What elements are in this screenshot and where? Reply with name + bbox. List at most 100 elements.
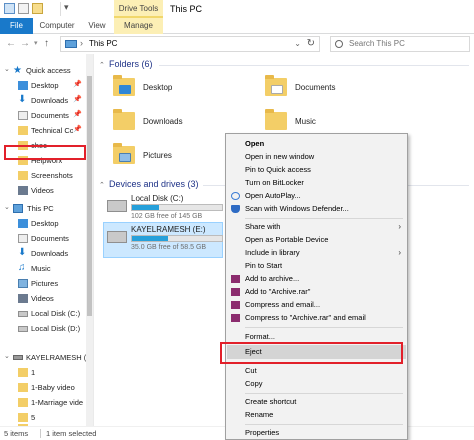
navigation-bar: ← → ▾ ↑ › This PC ⌄ ↻ [0,35,474,53]
drive-tile-local-disk-c[interactable]: Local Disk (C:) 102 GB free of 145 GB [107,194,225,224]
nav-item-pc-desktop[interactable]: Desktop [0,217,90,231]
menu-item-portable-device[interactable]: Open as Portable Device [226,235,407,245]
nav-item-label: 1 [31,368,36,377]
refresh-icon[interactable]: ↻ [307,38,315,49]
back-arrow-icon[interactable]: ← [6,37,16,51]
menu-item-label: Open in new window [245,152,315,161]
tab-manage[interactable]: Manage [114,18,163,34]
nav-item-baby-video[interactable]: 1-Baby video [0,381,90,395]
star-icon: ★ [13,65,22,76]
chevron-down-icon[interactable]: ⌄ [4,352,10,360]
menu-item-compress-email[interactable]: Compress and email... [226,300,407,310]
chevron-down-icon[interactable]: ⌄ [4,65,10,73]
folder-tile-documents[interactable]: Documents [265,75,415,106]
nav-item-label: Local Disk (C:) [31,309,81,318]
window-title: This PC [170,4,203,14]
menu-item-pin-quick-access[interactable]: Pin to Quick access [226,165,407,175]
menu-item-properties[interactable]: Properties [226,428,407,438]
address-dropdown-icon[interactable]: ⌄ [294,39,301,48]
nav-item-pc-videos[interactable]: Videos [0,292,90,306]
menu-item-copy[interactable]: Copy [226,379,407,389]
nav-item-desktop[interactable]: Desktop 📌 [0,79,90,93]
menu-item-compress-rar-email[interactable]: Compress to "Archive.rar" and email [226,313,407,323]
properties-icon[interactable] [18,3,29,14]
up-arrow-icon[interactable]: ↑ [44,37,49,51]
drive-usage-bar [131,235,223,242]
selection-count: 1 item selected [46,429,97,438]
search-input[interactable] [349,39,459,48]
menu-item-label: Cut [245,366,257,375]
nav-item-kayelramesh[interactable]: ⌄ KAYELRAMESH (E [0,351,90,365]
nav-item-downloads[interactable]: ⬇ Downloads 📌 [0,94,90,108]
nav-item-pc-pictures[interactable]: Pictures [0,277,90,291]
desktop-folder-icon [18,219,28,228]
breadcrumb[interactable]: This PC [89,39,117,48]
winrar-icon [231,288,240,296]
tab-file[interactable]: File [0,18,33,34]
drive-tile-kayelramesh[interactable]: KAYELRAMESH (E:) 35.0 GB free of 58.5 GB [107,225,225,255]
pin-icon: 📌 [73,81,82,88]
nav-item-label: 1-Marriage vide [31,398,84,407]
nav-item-pc-downloads[interactable]: ⬇ Downloads [0,247,90,261]
menu-divider [245,393,403,394]
menu-item-open-new-window[interactable]: Open in new window [226,152,407,162]
nav-item-technical[interactable]: Technical Co 📌 [0,124,90,138]
new-folder-icon[interactable] [32,3,43,14]
nav-item-marriage-video[interactable]: 1-Marriage vide [0,396,90,410]
menu-item-autoplay[interactable]: Open AutoPlay... [226,191,407,201]
menu-item-label: Share with [245,222,281,231]
menu-item-rename[interactable]: Rename [226,410,407,420]
menu-item-share-with[interactable]: Share with › [226,222,407,232]
menu-item-create-shortcut[interactable]: Create shortcut [226,397,407,407]
folder-tile-desktop[interactable]: Desktop [113,75,263,106]
nav-item-screenshots[interactable]: Screenshots [0,169,90,183]
folder-icon [18,171,28,180]
usb-drive-icon [107,231,127,243]
customize-toolbar-arrow-icon[interactable]: ▾ [64,2,69,13]
chevron-down-icon[interactable]: ⌄ [4,203,10,211]
collapse-folders-chevron-icon[interactable]: ⌃ [99,61,105,69]
nav-item-videos-quick[interactable]: Videos [0,184,90,198]
nav-item-this-pc[interactable]: ⌄ This PC [0,202,90,216]
videos-folder-icon [18,186,28,195]
nav-item-folder-1[interactable]: 1 [0,366,90,380]
menu-item-pin-start[interactable]: Pin to Start [226,261,407,271]
nav-item-label: 1-Baby video [31,383,75,392]
forward-arrow-icon[interactable]: → [20,37,30,51]
menu-item-label: Format... [245,332,276,341]
menu-item-bitlocker[interactable]: Turn on BitLocker [226,178,407,188]
pin-icon: 📌 [73,96,82,103]
downloads-folder-icon: ⬇ [18,247,27,258]
drive-free-space: 35.0 GB free of 58.5 GB [131,244,207,251]
address-bar[interactable]: › This PC ⌄ ↻ [60,36,320,52]
menu-item-scan-defender[interactable]: Scan with Windows Defender... [226,204,407,214]
menu-item-format[interactable]: Format... [226,332,407,342]
tab-view[interactable]: View [82,18,112,34]
nav-item-pc-music[interactable]: ♫ Music [0,262,90,276]
tab-computer[interactable]: Computer [34,18,80,34]
nav-item-local-disk-d[interactable]: Local Disk (D:) [0,322,90,336]
computer-icon [65,40,77,48]
collapse-drives-chevron-icon[interactable]: ⌃ [99,181,105,189]
pin-icon: 📌 [73,111,82,118]
nav-item-quick-access[interactable]: ⌄ ★ Quick access [0,64,90,78]
nav-item-pc-documents[interactable]: Documents [0,232,90,246]
desktop-folder-icon [113,75,135,96]
menu-item-add-archive-rar[interactable]: Add to "Archive.rar" [226,287,407,297]
folder-label: Documents [295,83,336,92]
submenu-arrow-icon: › [398,248,401,257]
nav-item-local-disk-c[interactable]: Local Disk (C:) [0,307,90,321]
menu-item-cut[interactable]: Cut [226,366,407,376]
breadcrumb-chevron-icon[interactable]: › [80,38,83,48]
folder-label: Music [295,117,316,126]
folders-group-header[interactable]: Folders (6) [109,59,153,69]
nav-item-documents[interactable]: Documents 📌 [0,109,90,123]
menu-item-add-archive[interactable]: Add to archive... [226,274,407,284]
menu-item-include-library[interactable]: Include in library › [226,248,407,258]
search-box[interactable] [330,36,470,52]
drives-group-header[interactable]: Devices and drives (3) [109,179,199,189]
context-group-label: Drive Tools [118,4,159,13]
recent-locations-chevron-icon[interactable]: ▾ [34,37,38,51]
menu-item-open[interactable]: Open [226,139,407,149]
menu-item-label: Scan with Windows Defender... [245,204,349,213]
